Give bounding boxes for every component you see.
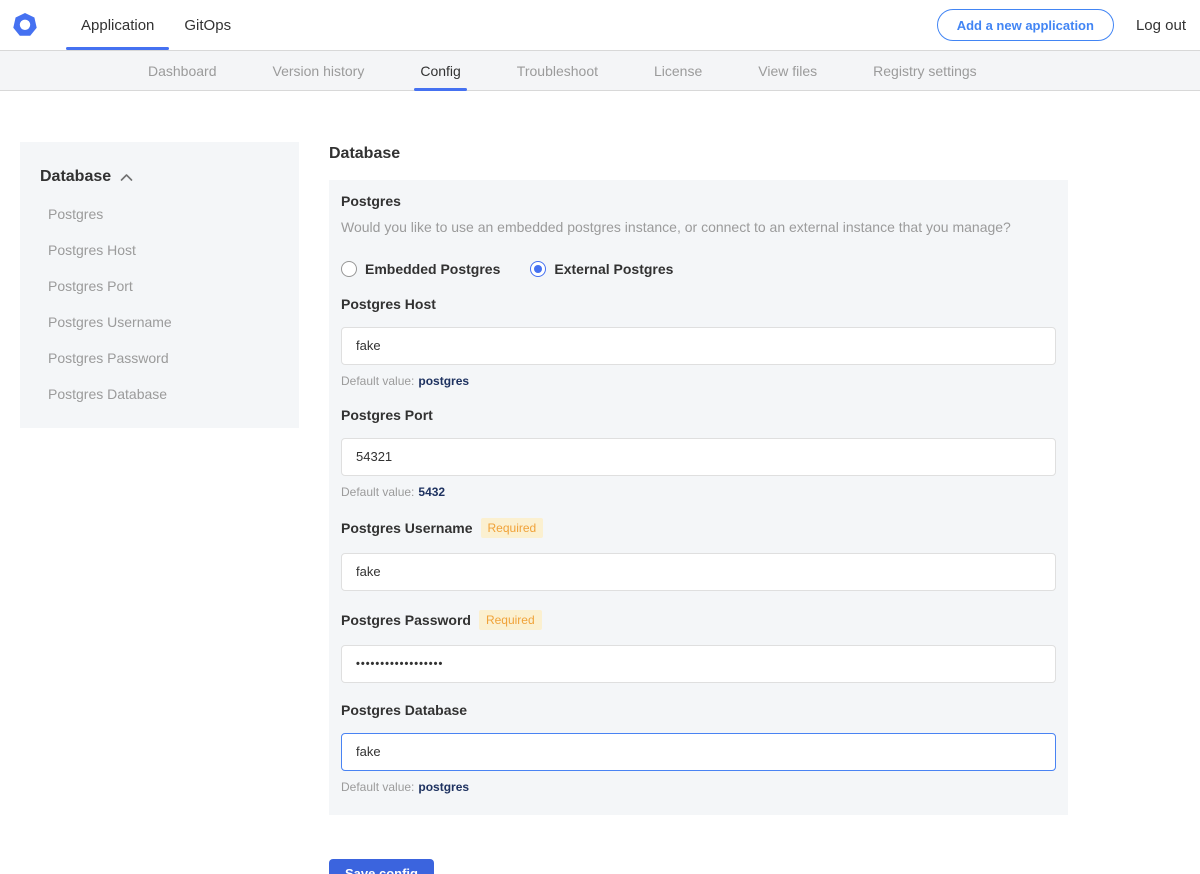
postgres-database-input[interactable] <box>341 733 1056 771</box>
default-value: postgres <box>418 374 469 388</box>
postgres-host-default: Default value: postgres <box>341 374 1056 388</box>
field-postgres-host-label: Postgres Host <box>341 296 436 312</box>
radio-embedded-postgres[interactable]: Embedded Postgres <box>341 261 500 277</box>
logout-link[interactable]: Log out <box>1136 17 1186 34</box>
required-badge: Required <box>481 518 544 538</box>
sidebar-item-postgres[interactable]: Postgres <box>40 206 279 222</box>
subnav-version-history[interactable]: Version history <box>263 51 375 90</box>
sidebar-items: Postgres Postgres Host Postgres Port Pos… <box>40 206 279 402</box>
subnav-dashboard-label: Dashboard <box>148 63 217 79</box>
tab-gitops-label: GitOps <box>184 17 231 34</box>
radio-external-postgres-label: External Postgres <box>554 261 673 277</box>
config-main: Database Postgres Would you like to use … <box>329 145 1068 874</box>
app-logo[interactable] <box>12 0 38 50</box>
field-postgres-username: Postgres Username Required <box>341 518 1056 591</box>
group-label-postgres: Postgres <box>341 193 1056 209</box>
radio-external-postgres[interactable]: External Postgres <box>530 261 673 277</box>
heptagon-logo-icon <box>12 12 38 38</box>
tab-gitops[interactable]: GitOps <box>169 0 246 50</box>
postgres-host-input[interactable] <box>341 327 1056 365</box>
subnav-registry-settings-label: Registry settings <box>873 63 976 79</box>
field-postgres-port: Postgres Port Default value: 5432 <box>341 407 1056 499</box>
postgres-username-input[interactable] <box>341 553 1056 591</box>
sidebar-item-postgres-database[interactable]: Postgres Database <box>40 386 279 402</box>
field-postgres-username-label: Postgres Username <box>341 520 473 536</box>
sidebar-item-postgres-username[interactable]: Postgres Username <box>40 314 279 330</box>
subnav-config-label: Config <box>420 63 460 79</box>
postgres-port-input[interactable] <box>341 438 1056 476</box>
config-group-panel: Postgres Would you like to use an embedd… <box>329 180 1068 815</box>
save-config-button[interactable]: Save config <box>329 859 434 874</box>
required-badge: Required <box>479 610 542 630</box>
sidebar-item-postgres-host[interactable]: Postgres Host <box>40 242 279 258</box>
section-title: Database <box>329 145 1068 163</box>
field-postgres-port-label: Postgres Port <box>341 407 433 423</box>
subnav-dashboard[interactable]: Dashboard <box>138 51 227 90</box>
top-right-actions: Add a new application Log out <box>937 0 1200 50</box>
subnav-version-history-label: Version history <box>273 63 365 79</box>
postgres-password-input[interactable] <box>341 645 1056 683</box>
field-postgres-database-label: Postgres Database <box>341 702 467 718</box>
default-label: Default value: <box>341 780 414 794</box>
default-value: 5432 <box>418 485 445 499</box>
tab-application[interactable]: Application <box>66 0 169 50</box>
field-postgres-database: Postgres Database Default value: postgres <box>341 702 1056 794</box>
postgres-port-default: Default value: 5432 <box>341 485 1056 499</box>
subnav-config[interactable]: Config <box>410 51 470 90</box>
subnav-view-files[interactable]: View files <box>748 51 827 90</box>
postgres-database-default: Default value: postgres <box>341 780 1056 794</box>
default-value: postgres <box>418 780 469 794</box>
default-label: Default value: <box>341 374 414 388</box>
group-help-text: Would you like to use an embedded postgr… <box>341 218 1056 237</box>
subnav-troubleshoot-label: Troubleshoot <box>517 63 598 79</box>
sidebar-item-postgres-password[interactable]: Postgres Password <box>40 350 279 366</box>
subnav-registry-settings[interactable]: Registry settings <box>863 51 986 90</box>
tab-application-label: Application <box>81 17 154 34</box>
sidebar-item-postgres-port[interactable]: Postgres Port <box>40 278 279 294</box>
subnav-license-label: License <box>654 63 702 79</box>
subnav-troubleshoot[interactable]: Troubleshoot <box>507 51 608 90</box>
app-subnav: Dashboard Version history Config Trouble… <box>0 50 1200 91</box>
field-postgres-password-label: Postgres Password <box>341 612 471 628</box>
top-navbar: Application GitOps Add a new application… <box>0 0 1200 50</box>
sidebar-group-database[interactable]: Database <box>40 168 279 186</box>
radio-unchecked-icon[interactable] <box>341 261 357 277</box>
subnav-view-files-label: View files <box>758 63 817 79</box>
postgres-radio-group: Embedded Postgres External Postgres <box>341 261 1056 277</box>
field-postgres-password: Postgres Password Required <box>341 610 1056 683</box>
top-tabs: Application GitOps <box>66 0 246 50</box>
default-label: Default value: <box>341 485 414 499</box>
radio-checked-icon[interactable] <box>530 261 546 277</box>
chevron-up-icon <box>120 173 133 182</box>
sidebar-group-label: Database <box>40 168 111 186</box>
add-new-application-button[interactable]: Add a new application <box>937 9 1114 41</box>
subnav-license[interactable]: License <box>644 51 712 90</box>
field-postgres-host: Postgres Host Default value: postgres <box>341 296 1056 388</box>
radio-embedded-postgres-label: Embedded Postgres <box>365 261 500 277</box>
config-sidebar: Database Postgres Postgres Host Postgres… <box>20 142 299 428</box>
